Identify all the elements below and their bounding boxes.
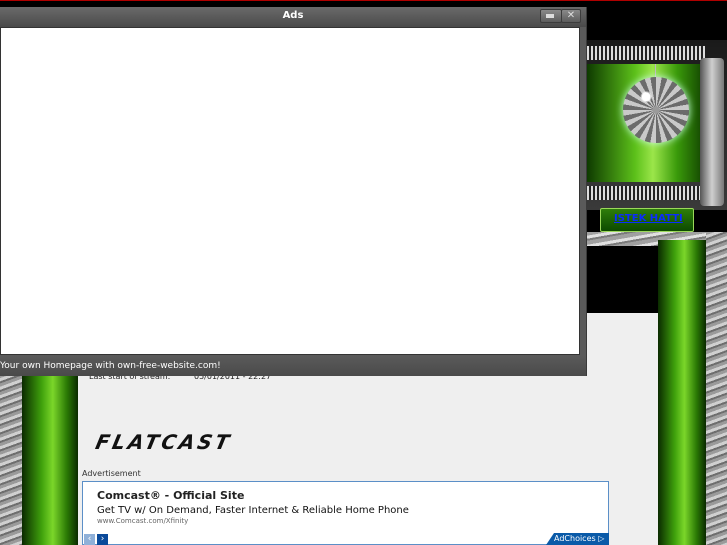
ad-url[interactable]: www.Comcast.com/Xfinity [97,517,188,525]
left-stone-border [0,375,22,545]
header-metal-bracket [700,58,724,206]
disco-ball-icon [623,77,689,143]
flatcast-logo: FLATCAST [93,430,235,454]
close-icon[interactable]: ✕ [561,9,581,23]
header-dots-top [587,46,705,60]
ad-title-link[interactable]: Comcast® - Official Site [97,489,244,502]
advertisement-label: Advertisement [82,469,141,478]
header-dots-bottom [587,186,705,200]
chevron-left-icon[interactable]: ‹ [84,534,95,545]
window-title: Ads [282,10,304,21]
top-border-line [0,0,727,1]
ads-window: Ads ✕ Your own Homepage with own-free-we… [0,7,587,376]
disco-string [655,64,656,78]
ad-description: Get TV w/ On Demand, Faster Internet & R… [97,505,409,516]
dark-area [585,246,658,321]
right-stone-border [706,232,727,545]
status-text[interactable]: Your own Homepage with own-free-website.… [0,361,221,371]
left-green-pillar [22,375,78,545]
right-green-pillar [658,240,706,545]
window-content [0,27,580,355]
istek-hatti-link[interactable]: ISTEK HATTI [614,213,683,224]
minimize-icon [546,14,554,18]
chevron-right-icon[interactable]: › [97,534,108,545]
adchoices-badge[interactable]: AdChoices ▷ [546,533,609,545]
